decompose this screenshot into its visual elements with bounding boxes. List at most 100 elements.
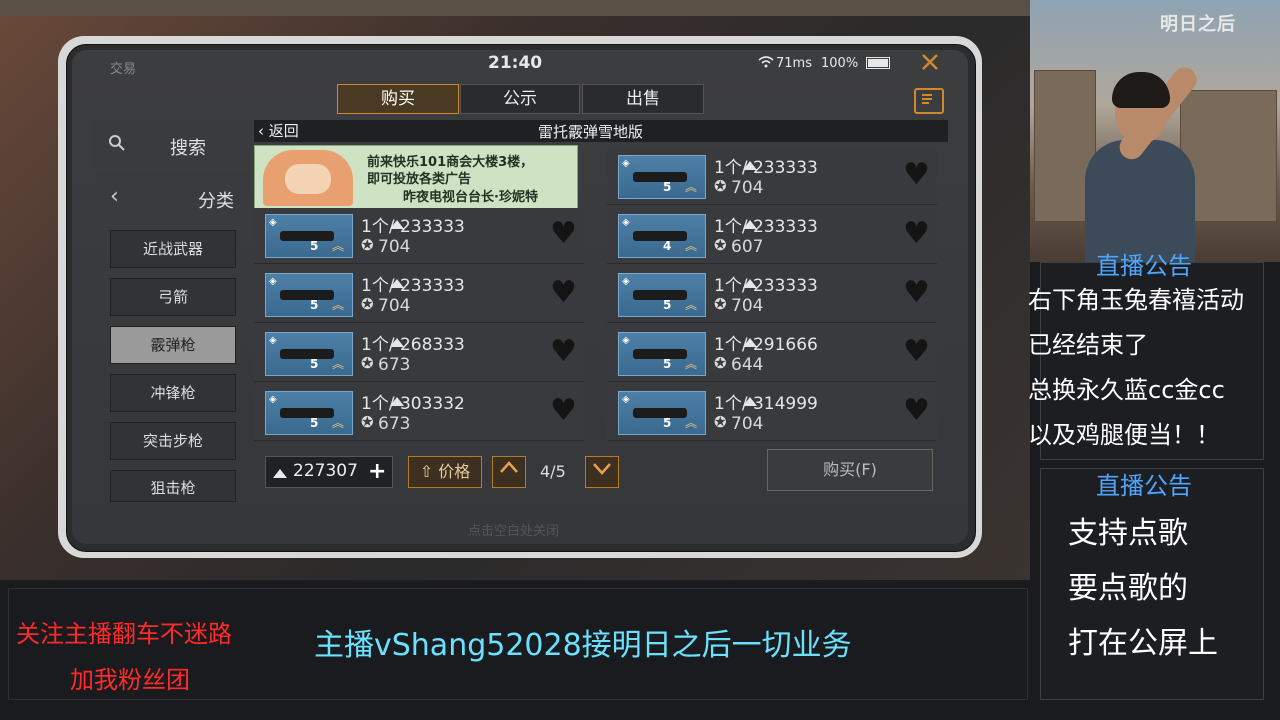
- page-prev-button[interactable]: [492, 456, 526, 488]
- rank-chevron-icon: ︽: [332, 416, 345, 430]
- coin-icon: [389, 392, 405, 411]
- coin-icon: [742, 333, 758, 352]
- listing-row[interactable]: ◈ 5 ︽ 1个/ 233333 ✪ 704 ♥: [607, 267, 937, 323]
- coin-icon: [742, 274, 758, 293]
- notice-line: 要点歌的: [1068, 571, 1188, 606]
- listing-row[interactable]: ◈ 5 ︽ 1个/ 233333 ✪ 704 ♥: [254, 267, 584, 323]
- favorite-heart-icon[interactable]: ♥: [903, 275, 930, 310]
- rank-chevron-icon: ︽: [685, 239, 698, 253]
- ad-line: 昨夜电视台台长·珍妮特: [403, 190, 538, 205]
- sort-up-icon: ⇧: [419, 462, 439, 481]
- notice-line: 打在公屏上: [1068, 626, 1218, 661]
- tab-public[interactable]: 公示: [460, 84, 580, 114]
- search-icon: [108, 134, 126, 157]
- weapon-level: 5: [310, 298, 319, 312]
- reputation-icon: ✪: [361, 236, 374, 254]
- favorite-heart-icon[interactable]: ♥: [550, 275, 577, 310]
- weapon-level: 5: [310, 357, 319, 371]
- page-next-button[interactable]: [585, 456, 619, 488]
- favorite-heart-icon[interactable]: ♥: [550, 216, 577, 251]
- listing-row[interactable]: ◈ 5 ︽ 1个/ 291666 ✪ 644 ♥: [607, 326, 937, 382]
- seller-reputation: 673: [378, 414, 411, 434]
- weapon-level: 5: [310, 416, 319, 430]
- back-button[interactable]: ‹ 返回: [258, 120, 299, 141]
- listing-row[interactable]: ◈ 5 ︽ 1个/ 268333 ✪ 673 ♥: [254, 326, 584, 382]
- diamond-icon: ◈: [269, 335, 277, 346]
- shotgun-icon: [280, 408, 334, 418]
- seller-reputation: 704: [731, 296, 764, 316]
- seller-reputation: 704: [731, 178, 764, 198]
- reputation-icon: ✪: [361, 295, 374, 313]
- coin-icon: [389, 215, 405, 234]
- category-assault-rifle[interactable]: 突击步枪: [110, 422, 236, 460]
- balance-value: 227307: [293, 461, 358, 481]
- category-shotgun[interactable]: 霰弹枪: [110, 326, 236, 364]
- follow-text: 关注主播翻车不迷路: [16, 620, 232, 648]
- coin-icon: [389, 333, 405, 352]
- shotgun-icon: [280, 290, 334, 300]
- favorite-heart-icon[interactable]: ♥: [903, 216, 930, 251]
- streamer-banner: 主播vShang52028接明日之后一切业务: [314, 628, 852, 663]
- weapon-level: 4: [663, 239, 672, 253]
- notice-line: 已经结束了: [1028, 331, 1148, 359]
- weapon-thumbnail: ◈ 5 ︽: [265, 391, 353, 435]
- notice-line: 右下角玉兔春禧活动: [1028, 286, 1244, 314]
- tab-sell[interactable]: 出售: [582, 84, 704, 114]
- chevron-left-icon: ‹: [258, 122, 269, 140]
- rank-chevron-icon: ︽: [332, 298, 345, 312]
- tab-buy[interactable]: 购买: [337, 84, 459, 114]
- favorite-heart-icon[interactable]: ♥: [903, 393, 930, 428]
- favorite-heart-icon[interactable]: ♥: [550, 393, 577, 428]
- seller-reputation: 673: [378, 355, 411, 375]
- listing-price: 1个/ 291666: [714, 335, 818, 355]
- category-button[interactable]: ‹ 分类: [94, 172, 252, 222]
- category-sniper[interactable]: 狙击枪: [110, 470, 236, 502]
- reputation-icon: ✪: [714, 236, 727, 254]
- category-bow[interactable]: 弓箭: [110, 278, 236, 316]
- listing-row[interactable]: ◈ 5 ︽ 1个/ 303332 ✪ 673 ♥: [254, 385, 584, 441]
- shotgun-icon: [633, 408, 687, 418]
- reputation-icon: ✪: [714, 177, 727, 195]
- coin-icon: [389, 274, 405, 293]
- price-sort-button[interactable]: ⇧ 价格: [408, 456, 482, 488]
- seller-reputation: 607: [731, 237, 764, 257]
- category-smg[interactable]: 冲锋枪: [110, 374, 236, 412]
- diamond-icon: ◈: [622, 276, 630, 287]
- weapon-level: 5: [663, 357, 672, 371]
- ad-banner[interactable]: 前来快乐101商会大楼3楼， 即可投放各类广告 昨夜电视台台长·珍妮特: [254, 145, 578, 209]
- listing-row[interactable]: ◈ 5 ︽ 1个/ 233333 ✪ 704 ♥: [607, 149, 937, 205]
- rank-chevron-icon: ︽: [332, 357, 345, 371]
- reputation-icon: ✪: [714, 295, 727, 313]
- records-icon[interactable]: [914, 88, 944, 114]
- weapon-thumbnail: ◈ 5 ︽: [265, 273, 353, 317]
- diamond-icon: ◈: [269, 394, 277, 405]
- listing-row[interactable]: ◈ 4 ︽ 1个/ 233333 ✪ 607 ♥: [607, 208, 937, 264]
- close-icon[interactable]: [920, 52, 940, 72]
- buy-button[interactable]: 购买(F): [767, 449, 933, 491]
- category-melee[interactable]: 近战武器: [110, 230, 236, 268]
- favorite-heart-icon[interactable]: ♥: [903, 157, 930, 192]
- listing-row[interactable]: ◈ 5 ︽ 1个/ 233333 ✪ 704 ♥: [254, 208, 584, 264]
- weapon-thumbnail: ◈ 5 ︽: [265, 332, 353, 376]
- weapon-level: 5: [663, 180, 672, 194]
- weapon-level: 5: [663, 416, 672, 430]
- battery-value: 100%: [821, 56, 859, 71]
- chevron-left-icon: ‹: [110, 184, 119, 209]
- game-background-top: [0, 0, 1030, 16]
- listing-price: 1个/ 268333: [361, 335, 465, 355]
- listing-price: 1个/ 233333: [714, 158, 818, 178]
- diamond-icon: ◈: [269, 276, 277, 287]
- listing-row[interactable]: ◈ 5 ︽ 1个/ 314999 ✪ 704 ♥: [607, 385, 937, 441]
- category-label: 分类: [198, 191, 234, 212]
- favorite-heart-icon[interactable]: ♥: [550, 334, 577, 369]
- listing-price: 1个/ 314999: [714, 394, 818, 414]
- shotgun-icon: [280, 349, 334, 359]
- notice-line: 支持点歌: [1068, 516, 1188, 551]
- search-button[interactable]: 搜索: [94, 120, 252, 168]
- wifi-icon: [758, 56, 774, 72]
- shotgun-icon: [280, 231, 334, 241]
- add-currency-button[interactable]: +: [368, 459, 388, 484]
- price-sort-label: 价格: [438, 462, 471, 481]
- page-indicator: 4/5: [540, 462, 566, 481]
- favorite-heart-icon[interactable]: ♥: [903, 334, 930, 369]
